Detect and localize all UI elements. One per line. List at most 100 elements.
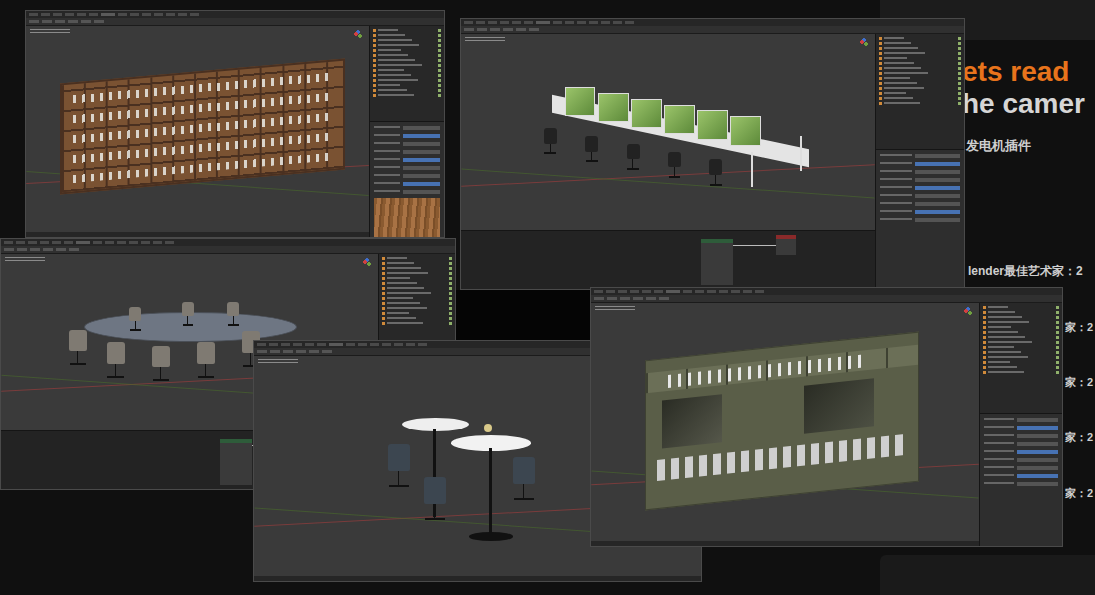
outliner-row[interactable]: [879, 52, 961, 54]
menu-item[interactable]: [625, 21, 634, 24]
outliner-row[interactable]: [382, 267, 452, 269]
header-item[interactable]: [607, 297, 617, 300]
menu-item[interactable]: [4, 241, 13, 244]
menu-item[interactable]: [101, 13, 115, 16]
menu-item[interactable]: [77, 13, 86, 16]
viewport[interactable]: [591, 303, 979, 541]
shader-node[interactable]: [701, 239, 733, 285]
outliner-row[interactable]: [879, 97, 961, 99]
blender-window[interactable]: [590, 287, 1063, 547]
menu-item[interactable]: [418, 343, 427, 346]
outliner-row[interactable]: [983, 336, 1059, 338]
menu-item[interactable]: [606, 290, 615, 293]
menu-item[interactable]: [89, 13, 98, 16]
outliner-row[interactable]: [382, 287, 452, 289]
menu-item[interactable]: [743, 290, 752, 293]
outliner-row[interactable]: [983, 346, 1059, 348]
outliner-row[interactable]: [373, 74, 441, 76]
outliner-row[interactable]: [373, 79, 441, 81]
header-item[interactable]: [646, 297, 656, 300]
menu-item[interactable]: [166, 13, 175, 16]
outliner-row[interactable]: [382, 317, 452, 319]
menu-item[interactable]: [64, 241, 73, 244]
menu-item[interactable]: [406, 343, 415, 346]
header-item[interactable]: [81, 20, 91, 23]
outliner-row[interactable]: [879, 57, 961, 59]
outliner-row[interactable]: [373, 64, 441, 66]
shader-node[interactable]: [220, 439, 252, 485]
menu-item[interactable]: [129, 241, 138, 244]
menu-item[interactable]: [536, 21, 550, 24]
outliner-row[interactable]: [879, 47, 961, 49]
menu-item[interactable]: [29, 13, 38, 16]
menu-item[interactable]: [329, 343, 343, 346]
outliner-row[interactable]: [879, 102, 961, 104]
menu-item[interactable]: [630, 290, 639, 293]
menu-item[interactable]: [512, 21, 521, 24]
menu-item[interactable]: [613, 21, 622, 24]
property-field[interactable]: [403, 174, 440, 178]
header-item[interactable]: [270, 350, 280, 353]
outliner-row[interactable]: [983, 366, 1059, 368]
menu-item[interactable]: [394, 343, 403, 346]
outliner-row[interactable]: [373, 39, 441, 41]
header-item[interactable]: [283, 350, 293, 353]
outliner-row[interactable]: [983, 316, 1059, 318]
outliner-row[interactable]: [879, 82, 961, 84]
property-field[interactable]: [915, 210, 960, 214]
navigation-gizmo-icon[interactable]: [963, 307, 973, 317]
menu-item[interactable]: [269, 343, 278, 346]
outliner-row[interactable]: [983, 341, 1059, 343]
menu-item[interactable]: [41, 13, 50, 16]
outliner[interactable]: [980, 303, 1062, 413]
header-item[interactable]: [516, 28, 526, 31]
property-field[interactable]: [1017, 474, 1058, 478]
property-field[interactable]: [403, 150, 440, 154]
outliner-row[interactable]: [983, 351, 1059, 353]
property-field[interactable]: [1017, 426, 1058, 430]
menu-item[interactable]: [76, 241, 90, 244]
property-field[interactable]: [403, 134, 440, 138]
menu-item[interactable]: [165, 241, 174, 244]
header-item[interactable]: [56, 248, 66, 251]
menu-item[interactable]: [731, 290, 740, 293]
outliner-row[interactable]: [373, 59, 441, 61]
header-item[interactable]: [42, 20, 52, 23]
header-item[interactable]: [529, 28, 539, 31]
property-field[interactable]: [403, 166, 440, 170]
menu-item[interactable]: [346, 343, 355, 346]
outliner-row[interactable]: [382, 297, 452, 299]
menu-item[interactable]: [654, 290, 663, 293]
menu-item[interactable]: [589, 21, 598, 24]
menu-item[interactable]: [695, 290, 704, 293]
outliner-row[interactable]: [382, 282, 452, 284]
menu-item[interactable]: [52, 241, 61, 244]
property-field[interactable]: [1017, 434, 1058, 438]
menu-item[interactable]: [755, 290, 764, 293]
outliner-row[interactable]: [373, 89, 441, 91]
menu-item[interactable]: [141, 241, 150, 244]
node-editor[interactable]: [461, 230, 875, 289]
property-field[interactable]: [403, 158, 440, 162]
property-field[interactable]: [915, 178, 960, 182]
menu-item[interactable]: [618, 290, 627, 293]
outliner-row[interactable]: [879, 37, 961, 39]
blender-window[interactable]: [25, 10, 445, 238]
outliner-row[interactable]: [373, 84, 441, 86]
menu-item[interactable]: [142, 13, 151, 16]
menu-item[interactable]: [153, 241, 162, 244]
outliner-row[interactable]: [983, 331, 1059, 333]
header-item[interactable]: [309, 350, 319, 353]
outliner-row[interactable]: [382, 257, 452, 259]
properties-panel[interactable]: [876, 149, 964, 289]
properties-panel[interactable]: [370, 121, 444, 237]
header-item[interactable]: [620, 297, 630, 300]
outliner-row[interactable]: [879, 67, 961, 69]
viewport[interactable]: [461, 34, 875, 230]
outliner-row[interactable]: [983, 371, 1059, 373]
menu-item[interactable]: [370, 343, 379, 346]
header-item[interactable]: [659, 297, 669, 300]
menu-item[interactable]: [594, 290, 603, 293]
outliner-row[interactable]: [879, 62, 961, 64]
header-item[interactable]: [43, 248, 53, 251]
